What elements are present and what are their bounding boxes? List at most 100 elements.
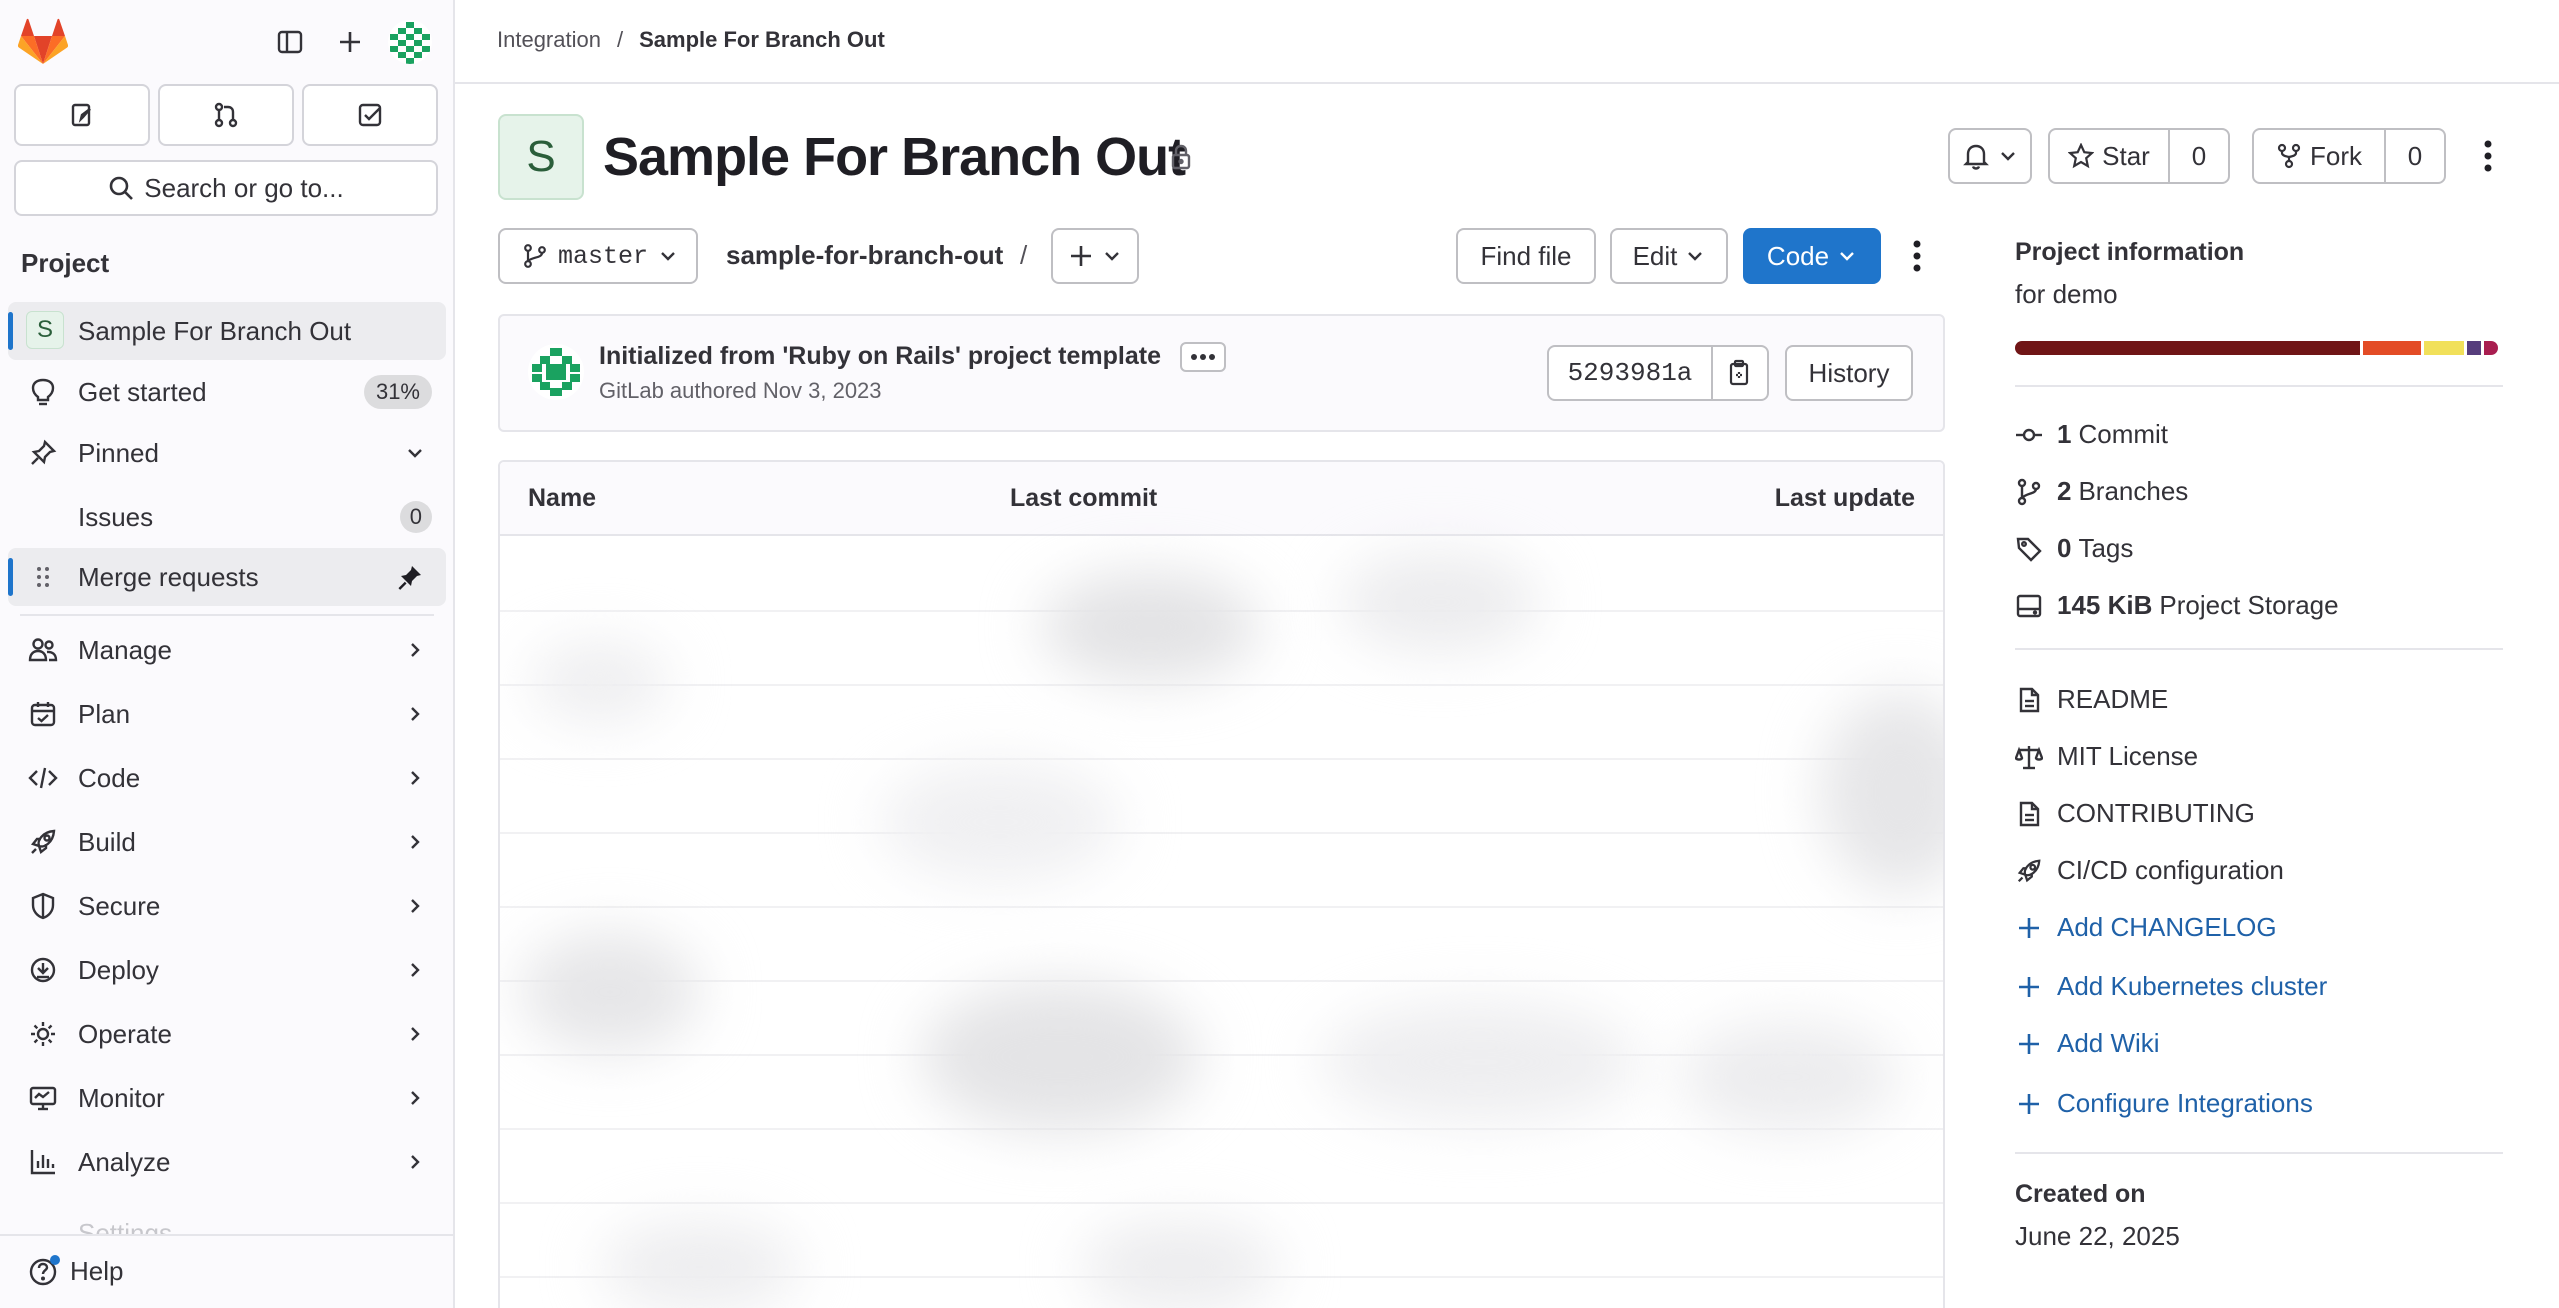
todo-list-button[interactable] <box>302 84 438 146</box>
sidebar-item-secure[interactable]: Secure <box>8 877 446 935</box>
sidebar-item-build[interactable]: Build <box>8 813 446 871</box>
project-file-link[interactable]: README <box>2015 684 2168 715</box>
stat-value: 1 <box>2057 419 2072 449</box>
chevron-right-icon <box>404 1151 426 1173</box>
project-file-link[interactable]: CI/CD configuration <box>2015 855 2284 886</box>
more-actions-icon[interactable] <box>2473 134 2503 178</box>
commit-sha-button[interactable]: 5293981a <box>1547 345 1713 401</box>
language-segment[interactable] <box>2484 341 2498 355</box>
column-name: Name <box>528 484 597 512</box>
notifications-dropdown[interactable] <box>1948 128 2032 184</box>
fork-icon <box>2276 143 2302 169</box>
merge-requests-shortcut-button[interactable] <box>158 84 294 146</box>
fork-button[interactable]: Fork <box>2252 128 2386 184</box>
toggle-commit-description-button[interactable] <box>1180 342 1226 372</box>
created-on-label: Created on <box>2015 1180 2146 1208</box>
repo-path-link[interactable]: sample-for-branch-out <box>726 240 1003 271</box>
branch-selector[interactable]: master <box>498 228 698 284</box>
sidebar-item-plan[interactable]: Plan <box>8 685 446 743</box>
commit-author-avatar[interactable] <box>528 344 584 400</box>
history-button[interactable]: History <box>1785 345 1913 401</box>
code-label: Code <box>1766 240 1830 271</box>
language-segment[interactable] <box>2424 341 2464 355</box>
breadcrumb-parent-link[interactable]: Integration <box>497 27 601 53</box>
project-file-link[interactable]: MIT License <box>2015 741 2198 772</box>
cloud-gear-icon <box>28 1019 58 1049</box>
find-file-button[interactable]: Find file <box>1456 228 1596 284</box>
project-description: for demo <box>2015 279 2118 309</box>
sidebar-item-operate[interactable]: Operate <box>8 1005 446 1063</box>
project-info-title: Project information <box>2015 238 2245 266</box>
lock-icon <box>1166 142 1196 172</box>
language-segment[interactable] <box>2467 341 2481 355</box>
divider <box>2015 385 2503 387</box>
assigned-issues-button[interactable] <box>14 84 150 146</box>
pin-icon <box>28 438 58 468</box>
toggle-sidebar-icon[interactable] <box>268 20 312 64</box>
language-segment[interactable] <box>2015 341 2360 355</box>
chevron-down-icon <box>1685 246 1705 266</box>
monitor-icon <box>28 1083 58 1113</box>
sidebar-item-label: Plan <box>78 698 131 729</box>
help-icon <box>28 1254 60 1287</box>
add-link-add-wiki[interactable]: Add Wiki <box>2015 1028 2160 1059</box>
sidebar-item-label: Deploy <box>78 954 159 985</box>
search-button[interactable]: Search or go to... <box>14 160 438 216</box>
code-dropdown[interactable]: Code <box>1743 228 1881 284</box>
star-count[interactable]: 0 <box>2168 128 2230 184</box>
sidebar-item-monitor[interactable]: Monitor <box>8 1069 446 1127</box>
chevron-right-icon <box>404 1087 426 1109</box>
sidebar-item-label: Secure <box>78 890 161 921</box>
breadcrumb-current[interactable]: Sample For Branch Out <box>639 27 885 53</box>
add-link-add-changelog[interactable]: Add CHANGELOG <box>2015 912 2277 943</box>
repo-more-actions-icon[interactable] <box>1902 234 1932 278</box>
create-new-icon[interactable] <box>328 20 372 64</box>
fork-count[interactable]: 0 <box>2384 128 2446 184</box>
add-link-add-kubernetes-cluster[interactable]: Add Kubernetes cluster <box>2015 971 2327 1002</box>
copy-sha-button[interactable] <box>1711 345 1769 401</box>
sidebar-item-analyze[interactable]: Analyze <box>8 1133 446 1191</box>
chevron-right-icon <box>404 831 426 853</box>
sidebar-item-issues[interactable]: Issues 0 <box>8 488 446 546</box>
project-stat-branches[interactable]: 2 Branches <box>2015 476 2188 507</box>
sidebar-item-pinned[interactable]: Pinned <box>8 424 446 482</box>
star-button[interactable]: Star <box>2048 128 2170 184</box>
edit-dropdown[interactable]: Edit <box>1610 228 1728 284</box>
language-segment[interactable] <box>2363 341 2421 355</box>
add-link-label: Configure Integrations <box>2057 1088 2313 1118</box>
add-to-tree-dropdown[interactable] <box>1051 228 1139 284</box>
issues-count-badge: 0 <box>399 501 432 533</box>
sidebar-item-code[interactable]: Code <box>8 749 446 807</box>
help-label: Help <box>70 1256 124 1286</box>
search-icon <box>108 175 134 201</box>
divider <box>2015 648 2503 650</box>
sidebar-item-get-started[interactable]: Get started 31% <box>8 363 446 421</box>
sidebar-item-deploy[interactable]: Deploy <box>8 941 446 999</box>
help-button[interactable]: Help <box>28 1254 124 1287</box>
gitlab-logo-icon[interactable] <box>18 18 68 66</box>
project-file-link[interactable]: CONTRIBUTING <box>2015 798 2255 829</box>
sidebar: Search or go to... Project S Sample For … <box>0 0 455 1308</box>
repository-languages-bar[interactable] <box>2015 341 2503 355</box>
drag-handle-icon[interactable] <box>28 562 58 592</box>
storage-icon <box>2015 592 2043 620</box>
sidebar-item-project[interactable]: S Sample For Branch Out <box>8 302 446 360</box>
divider <box>2015 1152 2503 1154</box>
lightbulb-icon <box>28 377 58 407</box>
top-bar: Integration / Sample For Branch Out <box>455 0 2559 84</box>
project-stat-commit[interactable]: 1 Commit <box>2015 419 2168 450</box>
project-stat-project-storage[interactable]: 145 KiB Project Storage <box>2015 590 2339 621</box>
sidebar-item-manage[interactable]: Manage <box>8 621 446 679</box>
edit-label: Edit <box>1632 240 1678 271</box>
sidebar-item-merge-requests[interactable]: Merge requests <box>8 548 446 606</box>
chevron-down-icon <box>1837 246 1857 266</box>
sidebar-item-label: Code <box>78 762 141 793</box>
commit-title-link[interactable]: Initialized from 'Ruby on Rails' project… <box>599 342 1161 371</box>
unpin-icon[interactable] <box>396 563 424 591</box>
project-stat-tags[interactable]: 0 Tags <box>2015 533 2133 564</box>
stat-label: Tags <box>2078 533 2134 563</box>
user-avatar[interactable] <box>388 20 432 64</box>
add-link-configure-integrations[interactable]: Configure Integrations <box>2015 1088 2313 1119</box>
rocket-icon <box>28 827 58 857</box>
code-icon <box>28 763 58 793</box>
